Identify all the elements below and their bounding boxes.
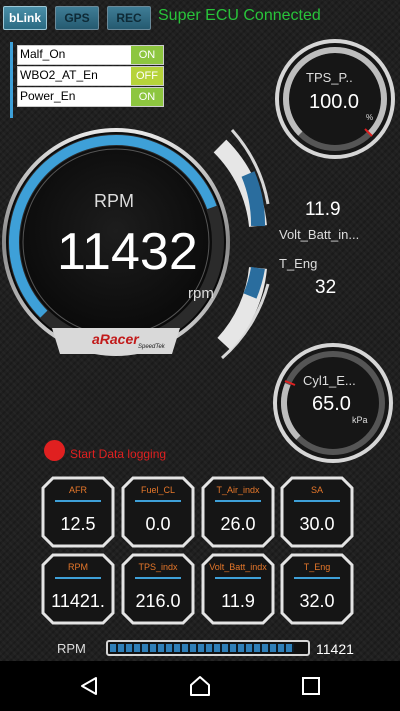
tile-value: 216.0 bbox=[135, 591, 181, 611]
tile-label: TPS_indx bbox=[138, 562, 178, 572]
rec-button[interactable]: REC bbox=[107, 6, 151, 30]
record-icon[interactable] bbox=[44, 440, 65, 461]
volt-batt-value: 11.9 bbox=[305, 199, 341, 220]
tile-value: 32.0 bbox=[299, 591, 335, 611]
gauge-tile[interactable]: Fuel_CL 0.0 bbox=[121, 476, 195, 548]
switch-state[interactable]: ON bbox=[131, 46, 163, 64]
tile-divider bbox=[215, 577, 261, 579]
switch-power-en[interactable]: Power_En ON bbox=[17, 87, 164, 107]
tps-gauge-title: TPS_P.. bbox=[306, 70, 353, 85]
gauge-tile[interactable]: AFR 12.5 bbox=[41, 476, 115, 548]
tile-value: 30.0 bbox=[299, 514, 335, 534]
navigation-bar bbox=[0, 661, 400, 711]
tile-label: T_Eng bbox=[303, 562, 331, 572]
tile-label: T_Air_indx bbox=[216, 485, 260, 495]
connection-status: Super ECU Connected bbox=[158, 7, 321, 24]
tps-value: 100.0 bbox=[309, 91, 360, 113]
rpm-bar bbox=[106, 640, 310, 656]
volt-batt-label: Volt_Batt_in... bbox=[279, 227, 360, 242]
cyl-gauge-title: Cyl1_E... bbox=[303, 373, 356, 388]
aracer-logo-sub: SpeedTek bbox=[138, 344, 165, 350]
tile-divider bbox=[55, 577, 101, 579]
gauge-tile[interactable]: TPS_indx 216.0 bbox=[121, 553, 195, 625]
cyl-unit: kPa bbox=[352, 415, 368, 425]
tile-value: 11.9 bbox=[221, 591, 255, 611]
switch-state[interactable]: OFF bbox=[131, 67, 163, 85]
home-icon[interactable] bbox=[188, 674, 212, 698]
tile-label: Fuel_CL bbox=[140, 485, 176, 495]
tile-value: 0.0 bbox=[145, 514, 171, 534]
switch-wbo2-at-en[interactable]: WBO2_AT_En OFF bbox=[17, 66, 164, 86]
back-icon[interactable] bbox=[78, 675, 100, 697]
rpm-gauge-title: RPM bbox=[94, 191, 134, 211]
tile-value: 26.0 bbox=[220, 514, 256, 534]
tile-divider bbox=[294, 577, 340, 579]
gauge-tile[interactable]: RPM 11421. bbox=[41, 553, 115, 625]
t-eng-value: 32 bbox=[315, 277, 337, 298]
blink-button[interactable]: bLink bbox=[3, 6, 47, 30]
tile-divider bbox=[135, 500, 181, 502]
tile-label: SA bbox=[310, 485, 323, 495]
tile-label: AFR bbox=[69, 485, 87, 495]
switch-malf-on[interactable]: Malf_On ON bbox=[17, 45, 164, 65]
gps-button[interactable]: GPS bbox=[55, 6, 99, 30]
bottom-rpm-label: RPM bbox=[57, 641, 86, 656]
side-scale-fill bbox=[243, 266, 265, 299]
gauge-tile[interactable]: T_Air_indx 26.0 bbox=[201, 476, 275, 548]
cyl-value: 65.0 bbox=[312, 393, 351, 415]
tile-label: RPM bbox=[68, 562, 88, 572]
bottom-rpm-value: 11421 bbox=[316, 641, 354, 657]
rpm-unit: rpm bbox=[188, 285, 214, 302]
switch-panel-marker bbox=[10, 42, 13, 118]
tile-divider bbox=[55, 500, 101, 502]
tile-divider bbox=[294, 500, 340, 502]
start-data-logging-button[interactable]: Start Data logging bbox=[70, 447, 166, 461]
recents-icon[interactable] bbox=[301, 676, 321, 696]
tile-value: 12.5 bbox=[60, 514, 96, 534]
switch-label: Malf_On bbox=[20, 47, 66, 61]
switch-label: Power_En bbox=[20, 89, 76, 103]
tile-label: Volt_Batt_indx bbox=[209, 562, 267, 572]
tile-divider bbox=[135, 577, 181, 579]
gauge-tile[interactable]: SA 30.0 bbox=[280, 476, 354, 548]
aracer-logo: aRacer bbox=[92, 331, 139, 347]
rpm-value: 11432 bbox=[57, 223, 198, 281]
t-eng-label: T_Eng bbox=[279, 256, 318, 271]
tps-unit: % bbox=[366, 113, 374, 122]
tile-value: 11421. bbox=[51, 591, 105, 611]
gauge-tile[interactable]: T_Eng 32.0 bbox=[280, 553, 354, 625]
switch-label: WBO2_AT_En bbox=[20, 68, 98, 82]
tile-divider bbox=[215, 500, 261, 502]
rpm-bar-fill bbox=[110, 644, 294, 652]
switch-state[interactable]: ON bbox=[131, 88, 163, 106]
gauge-tile[interactable]: Volt_Batt_indx 11.9 bbox=[201, 553, 275, 625]
